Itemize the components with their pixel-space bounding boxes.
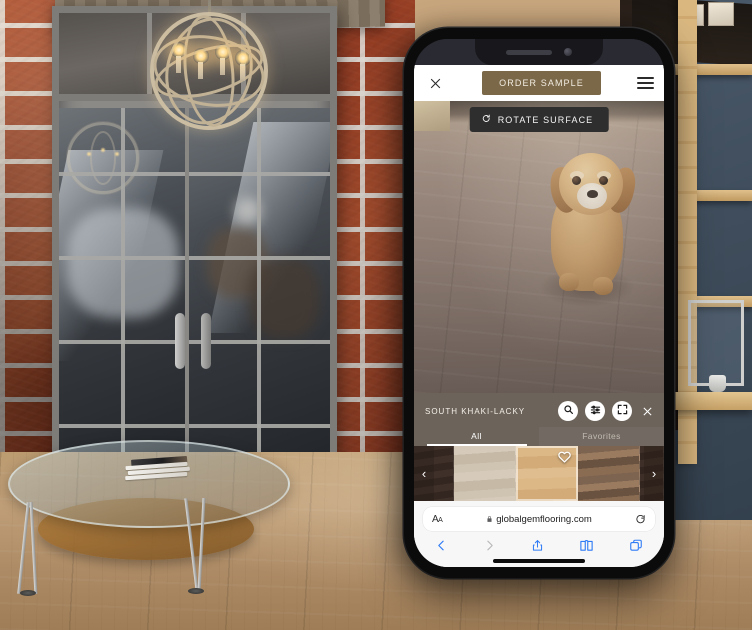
catalog-header: SOUTH KHAKI-LACKY <box>414 393 664 427</box>
heart-icon[interactable] <box>557 450 572 464</box>
carousel-next-button[interactable]: › <box>644 446 664 501</box>
scene-photograph: ORDER SAMPLE ROTATE SURFACE SOUTH KHAKI-… <box>0 0 752 630</box>
search-button[interactable] <box>558 401 578 421</box>
reload-button[interactable] <box>635 514 646 525</box>
glass-coffee-table <box>8 440 298 620</box>
home-indicator[interactable] <box>493 559 585 563</box>
catalog-close-button[interactable] <box>639 403 655 419</box>
swatch-carousel[interactable]: ‹ › <box>414 446 664 501</box>
url-bar[interactable]: AA globalgemflooring.com <box>423 507 655 531</box>
catalog-actions <box>558 401 655 421</box>
safari-browser-chrome: AA globalgemflooring.com <box>414 501 664 567</box>
safari-toolbar <box>423 531 655 555</box>
door-handle-left <box>175 313 185 369</box>
rotate-surface-label: ROTATE SURFACE <box>497 114 594 125</box>
rotate-icon <box>482 114 491 125</box>
forward-button[interactable] <box>483 538 496 553</box>
search-icon <box>563 402 574 420</box>
ar-camera-view[interactable]: ROTATE SURFACE <box>414 101 664 393</box>
carousel-prev-button[interactable]: ‹ <box>414 446 434 501</box>
lock-icon <box>486 510 493 528</box>
close-icon[interactable] <box>424 72 446 94</box>
door-handle-right <box>201 313 211 369</box>
fullscreen-expand-icon <box>617 402 628 420</box>
rotate-surface-button[interactable]: ROTATE SURFACE <box>469 107 609 132</box>
swatch-item-selected[interactable] <box>516 446 578 501</box>
product-catalog-panel: SOUTH KHAKI-LACKY All Favorites ‹ › <box>414 393 664 501</box>
share-button[interactable] <box>531 538 544 553</box>
speaker-grille-icon <box>506 49 552 55</box>
device-notch <box>475 39 603 65</box>
tabs-button[interactable] <box>629 538 643 553</box>
catalog-tabs: All Favorites <box>414 427 664 446</box>
hamburger-menu-icon[interactable] <box>637 74 654 92</box>
bookmarks-button[interactable] <box>579 538 594 553</box>
phone-screen: ORDER SAMPLE ROTATE SURFACE SOUTH KHAKI-… <box>414 39 664 567</box>
back-button[interactable] <box>435 538 448 553</box>
orb-chandelier <box>136 0 286 134</box>
tab-all[interactable]: All <box>414 427 539 446</box>
storage-box-1 <box>708 2 734 26</box>
dog-subject <box>537 149 639 314</box>
shelf-board-mid <box>692 190 752 201</box>
fullscreen-button[interactable] <box>612 401 632 421</box>
url-text: globalgemflooring.com <box>496 513 592 525</box>
mug <box>709 375 726 392</box>
filter-sliders-icon <box>590 402 601 420</box>
tab-favorites[interactable]: Favorites <box>539 427 664 446</box>
text-size-button[interactable]: AA <box>432 514 443 525</box>
door-pane-right <box>189 108 330 459</box>
phone-device: ORDER SAMPLE ROTATE SURFACE SOUTH KHAKI-… <box>404 28 674 578</box>
order-sample-button[interactable]: ORDER SAMPLE <box>482 71 601 95</box>
door-pane-left <box>59 108 191 459</box>
ar-visualizer-page: ORDER SAMPLE ROTATE SURFACE SOUTH KHAKI-… <box>414 65 664 567</box>
glass-cabinet <box>688 300 744 386</box>
app-top-bar: ORDER SAMPLE <box>414 65 664 101</box>
front-camera-icon <box>564 48 572 56</box>
filter-button[interactable] <box>585 401 605 421</box>
chandelier-reflection <box>67 122 139 194</box>
swatch-item[interactable] <box>578 446 640 501</box>
product-name-label: SOUTH KHAKI-LACKY <box>425 406 526 416</box>
ar-wall-corner <box>414 101 450 131</box>
swatch-item[interactable] <box>454 446 516 501</box>
